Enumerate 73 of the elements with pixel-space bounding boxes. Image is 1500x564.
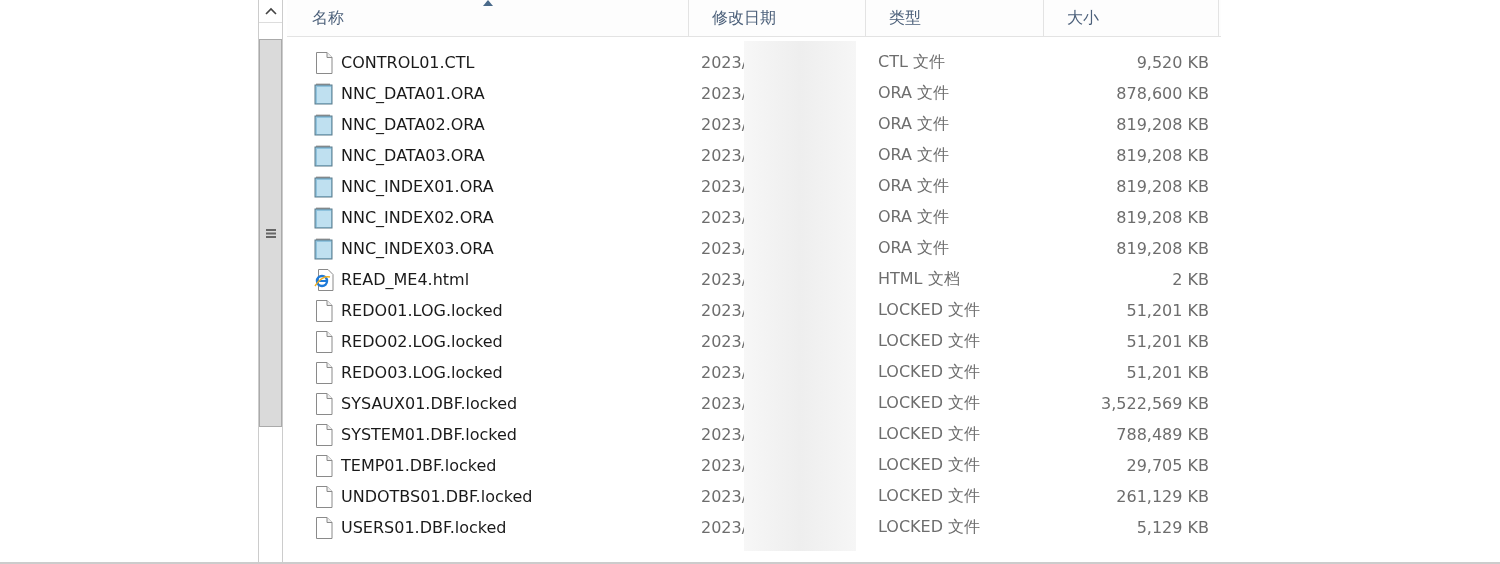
- file-type: ORA 文件: [878, 145, 950, 166]
- file-size: 51,201 KB: [1126, 363, 1209, 382]
- file-size: 29,705 KB: [1126, 456, 1209, 475]
- file-name[interactable]: NNC_INDEX02.ORA: [341, 208, 494, 227]
- file-type: LOCKED 文件: [878, 393, 981, 414]
- column-header[interactable]: 名称: [287, 0, 689, 36]
- file-name[interactable]: NNC_INDEX01.ORA: [341, 177, 494, 196]
- file-type: LOCKED 文件: [878, 331, 981, 352]
- file-type: ORA 文件: [878, 176, 950, 197]
- file-type: HTML 文档: [878, 269, 960, 290]
- file-size: 819,208 KB: [1116, 239, 1209, 258]
- file-icon: [314, 454, 334, 477]
- file-size: 51,201 KB: [1126, 332, 1209, 351]
- file-type: ORA 文件: [878, 83, 950, 104]
- file-icon: [314, 392, 334, 415]
- file-size: 3,522,569 KB: [1101, 394, 1209, 413]
- file-icon: [314, 423, 334, 446]
- file-size: 261,129 KB: [1116, 487, 1209, 506]
- file-size: 819,208 KB: [1116, 115, 1209, 134]
- notepad-icon: [314, 82, 334, 105]
- column-header[interactable]: 大小: [1044, 0, 1219, 36]
- notepad-icon: [314, 144, 334, 167]
- file-icon: [314, 51, 334, 74]
- file-type: ORA 文件: [878, 238, 950, 259]
- file-name[interactable]: READ_ME4.html: [341, 270, 470, 289]
- sort-arrow-icon: [481, 0, 494, 6]
- file-name[interactable]: UNDOTBS01.DBF.locked: [341, 487, 533, 506]
- file-name[interactable]: SYSTEM01.DBF.locked: [341, 425, 517, 444]
- file-size: 51,201 KB: [1126, 301, 1209, 320]
- notepad-icon: [314, 175, 334, 198]
- file-size: 9,520 KB: [1136, 53, 1209, 72]
- file-type: LOCKED 文件: [878, 486, 981, 507]
- file-size: 2 KB: [1172, 270, 1209, 289]
- file-icon: [314, 330, 334, 353]
- caret-up-icon: [264, 7, 277, 15]
- file-type: ORA 文件: [878, 114, 950, 135]
- file-type: LOCKED 文件: [878, 455, 981, 476]
- file-name[interactable]: CONTROL01.CTL: [341, 53, 475, 72]
- grip-icon: [265, 228, 276, 238]
- file-size: 819,208 KB: [1116, 177, 1209, 196]
- file-type: LOCKED 文件: [878, 517, 981, 538]
- file-name[interactable]: NNC_DATA01.ORA: [341, 84, 485, 103]
- file-name[interactable]: REDO01.LOG.locked: [341, 301, 503, 320]
- file-size: 819,208 KB: [1116, 208, 1209, 227]
- file-icon: [314, 361, 334, 384]
- scroll-thumb[interactable]: [259, 39, 282, 427]
- file-type: ORA 文件: [878, 207, 950, 228]
- file-type: LOCKED 文件: [878, 362, 981, 383]
- file-name[interactable]: NNC_DATA02.ORA: [341, 115, 485, 134]
- notepad-icon: [314, 113, 334, 136]
- column-header[interactable]: 类型: [866, 0, 1044, 36]
- file-name[interactable]: REDO03.LOG.locked: [341, 363, 503, 382]
- scrollbar[interactable]: [258, 0, 283, 562]
- file-name[interactable]: NNC_INDEX03.ORA: [341, 239, 494, 258]
- file-size: 5,129 KB: [1136, 518, 1209, 537]
- file-type: LOCKED 文件: [878, 424, 981, 445]
- file-name[interactable]: TEMP01.DBF.locked: [341, 456, 497, 475]
- file-name[interactable]: SYSAUX01.DBF.locked: [341, 394, 518, 413]
- file-icon: [314, 485, 334, 508]
- file-size: 819,208 KB: [1116, 146, 1209, 165]
- file-icon: [314, 299, 334, 322]
- file-size: 788,489 KB: [1116, 425, 1209, 444]
- file-type: CTL 文件: [878, 52, 945, 73]
- file-name[interactable]: REDO02.LOG.locked: [341, 332, 503, 351]
- file-name[interactable]: USERS01.DBF.locked: [341, 518, 507, 537]
- notepad-icon: [314, 237, 334, 260]
- web-page-icon: [314, 268, 334, 291]
- file-icon: [314, 516, 334, 539]
- file-size: 878,600 KB: [1116, 84, 1209, 103]
- column-header[interactable]: 修改日期: [689, 0, 866, 36]
- file-type: LOCKED 文件: [878, 300, 981, 321]
- file-name[interactable]: NNC_DATA03.ORA: [341, 146, 485, 165]
- notepad-icon: [314, 206, 334, 229]
